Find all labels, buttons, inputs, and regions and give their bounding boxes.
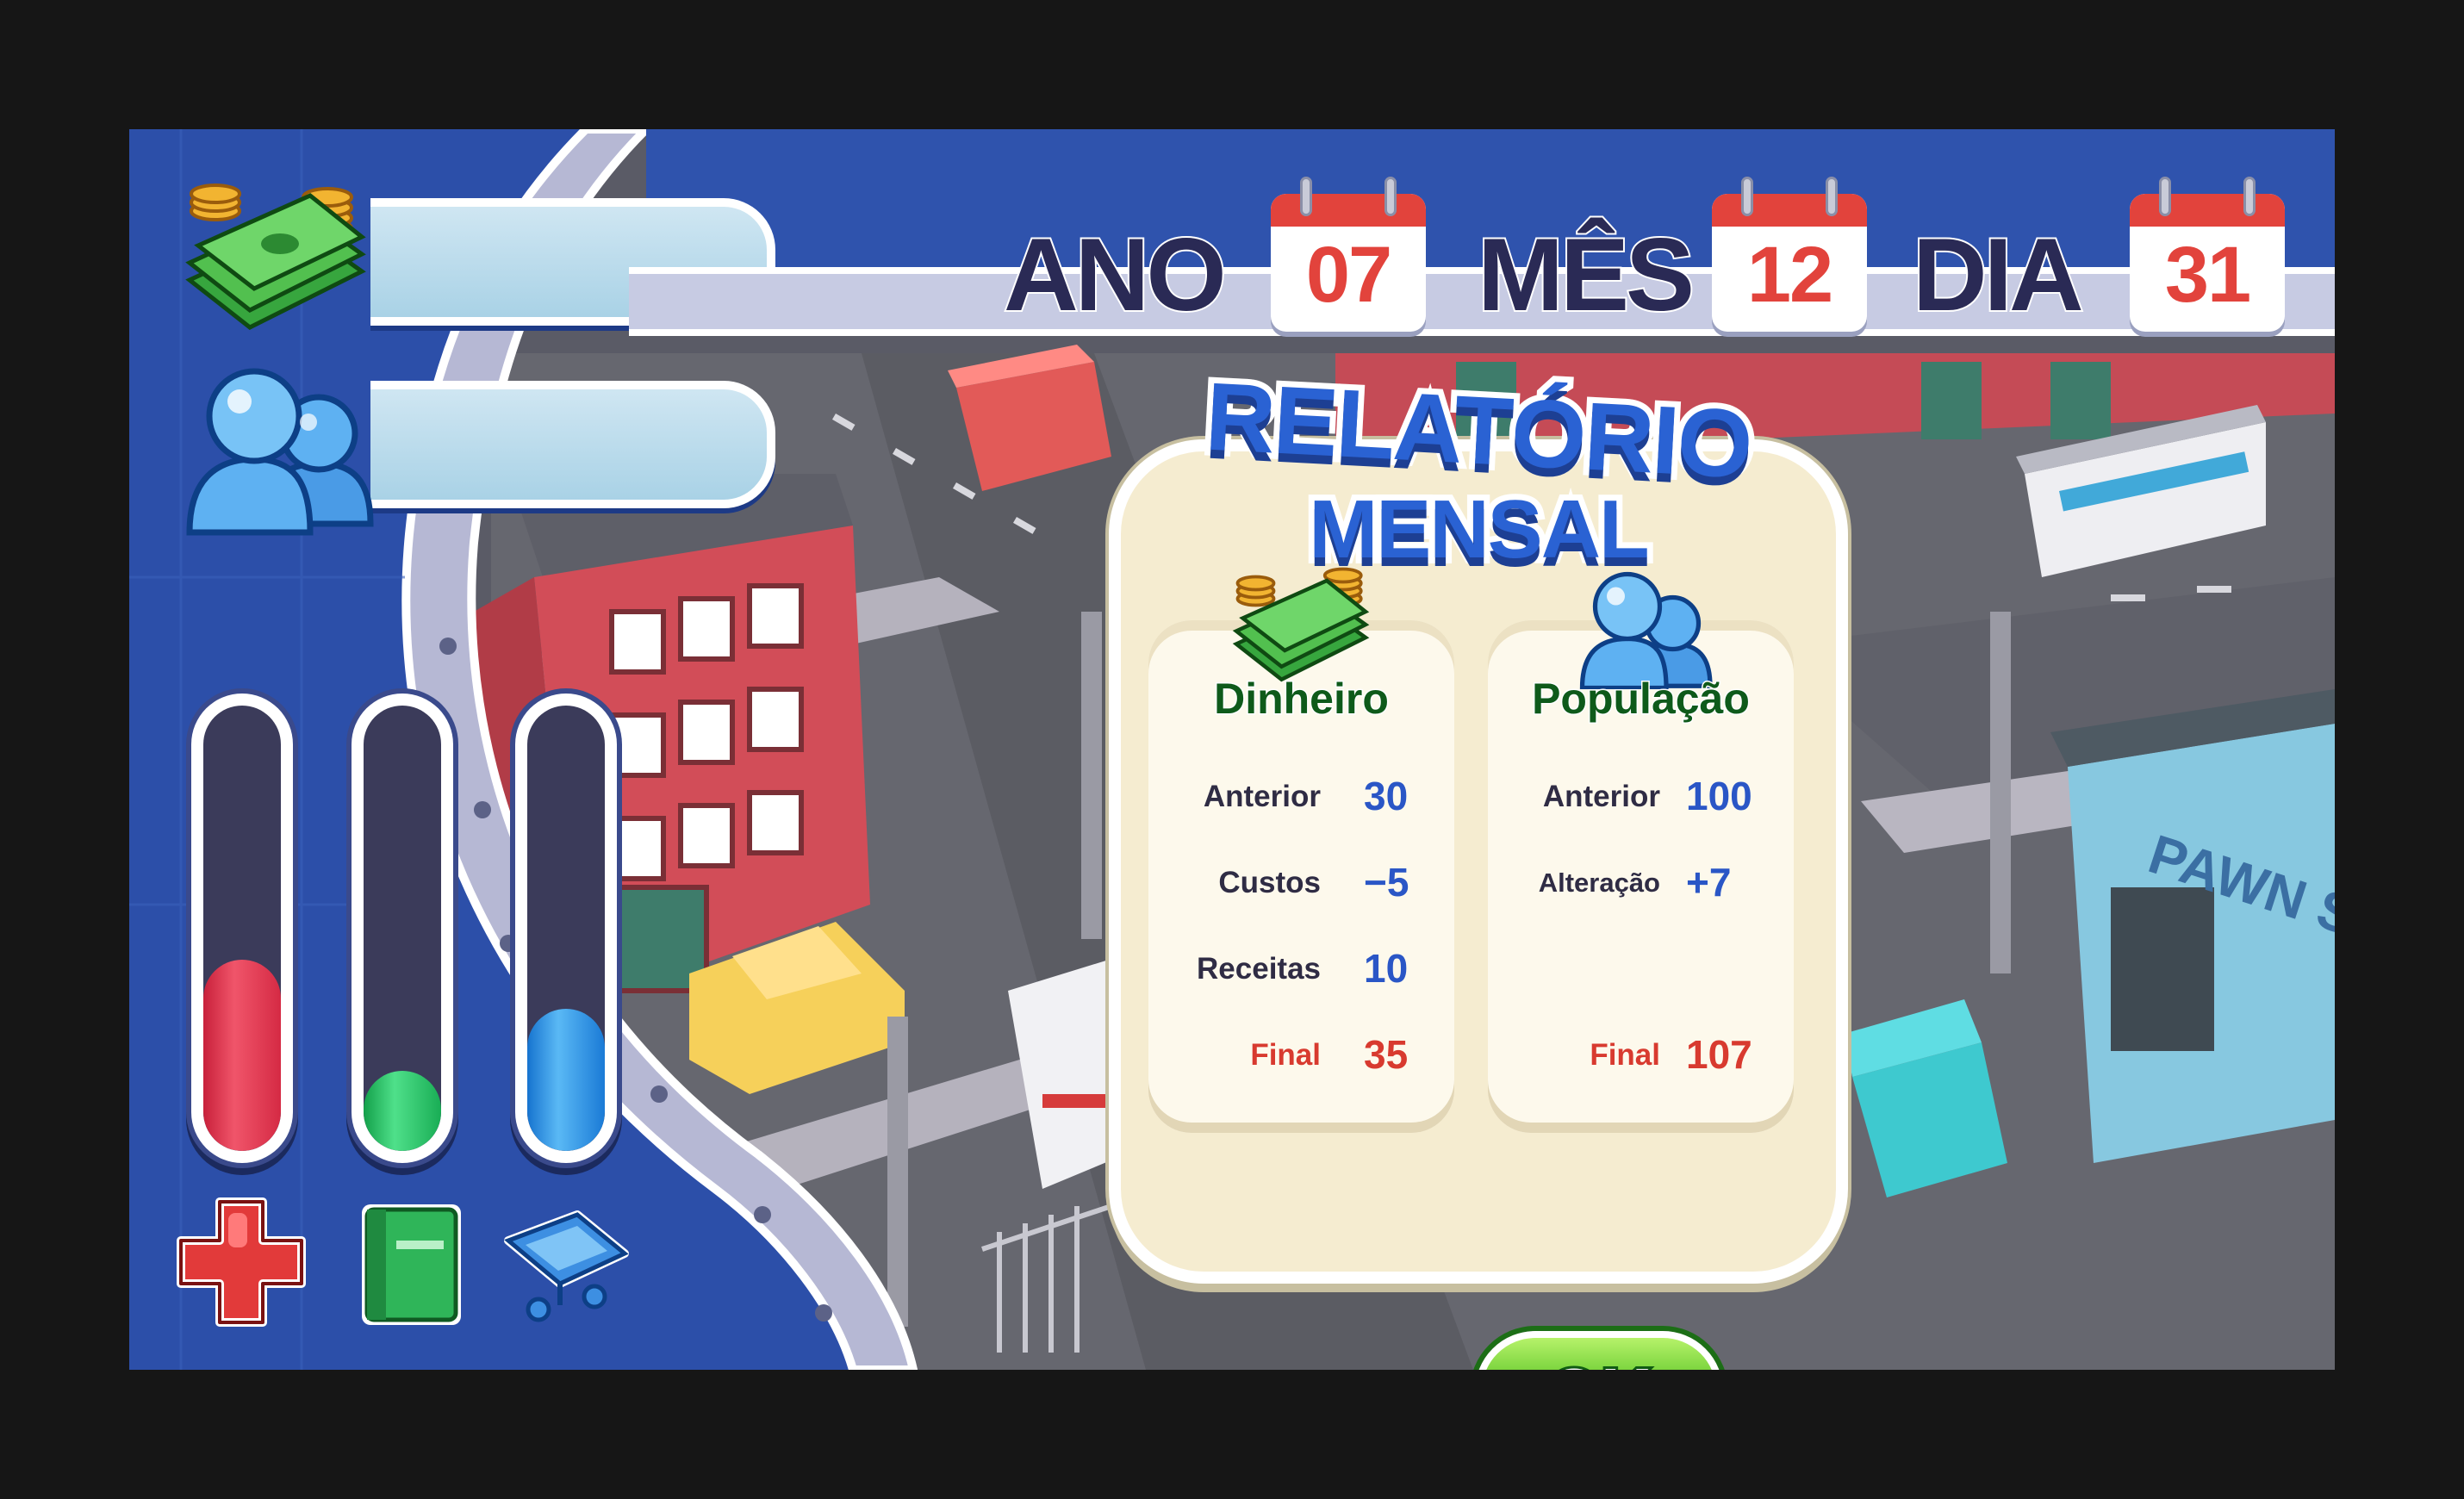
money-row-value: 10: [1364, 946, 1409, 991]
month-value: 12: [1746, 231, 1833, 319]
month-calendar: 12: [1712, 177, 1867, 332]
population-final-value: 107: [1686, 1032, 1752, 1077]
calendar-ring: [1741, 177, 1753, 216]
shopping-cart-icon[interactable]: [491, 1189, 638, 1335]
calendar-ring: [1826, 177, 1838, 216]
money-row-label: Custos: [1218, 866, 1321, 899]
people-icon: [1579, 571, 1713, 689]
calendar-header: [2130, 194, 2285, 227]
population-row-label: Anterior: [1542, 780, 1660, 813]
population-row-value: 100: [1686, 774, 1752, 818]
education-meter-track: [364, 706, 441, 1151]
health-meter: [191, 694, 293, 1163]
ok-button[interactable]: OK: [1475, 1331, 1723, 1370]
money-stack-icon: [185, 183, 366, 330]
calendar-ring: [2243, 177, 2256, 216]
population-report-card: População Anterior 100 Alteração +7 Fina…: [1488, 571, 1794, 1133]
day-calendar: 31: [2130, 177, 2285, 332]
money-stack-icon: [1232, 567, 1370, 682]
year-value: 07: [1305, 231, 1392, 319]
shopping-meter-track: [527, 706, 605, 1151]
money-final-label: Final: [1250, 1038, 1321, 1072]
calendar-header: [1712, 194, 1867, 227]
game-screen: PAWN S ANO 07 MÊS 12 DIA 31 RELATÓRIO ME…: [129, 129, 2335, 1370]
shopping-meter-fill: [527, 1008, 605, 1151]
population-bar: [370, 381, 775, 508]
population-final-label: Final: [1590, 1038, 1660, 1072]
money-row-value: 30: [1364, 774, 1409, 818]
red-cross-icon[interactable]: [168, 1189, 314, 1335]
population-column-title: População: [1531, 674, 1752, 725]
book-icon[interactable]: [336, 1189, 482, 1335]
day-value: 31: [2164, 231, 2251, 319]
year-calendar: 07: [1271, 177, 1426, 332]
calendar-ring: [1384, 177, 1397, 216]
money-row-label: Receitas: [1197, 952, 1321, 986]
education-meter: [352, 694, 453, 1163]
population-row-value: +7: [1686, 860, 1732, 905]
calendar-ring: [1300, 177, 1312, 216]
people-icon: [186, 368, 374, 536]
money-column-title: Dinheiro: [1213, 674, 1391, 725]
population-row-label: Alteração: [1538, 868, 1660, 898]
day-label: DIA: [1911, 215, 2086, 334]
shopping-meter: [515, 694, 617, 1163]
money-report-card: Dinheiro Anterior 30 Custos −5 Receitas …: [1148, 567, 1454, 1133]
ok-button-label: OK: [1482, 1352, 1716, 1370]
education-meter-fill: [364, 1070, 441, 1151]
health-meter-fill: [203, 959, 281, 1151]
health-meter-track: [203, 706, 281, 1151]
calendar-header: [1271, 194, 1426, 227]
calendar-ring: [2159, 177, 2171, 216]
money-row-value: −5: [1364, 860, 1409, 905]
month-label: MÊS: [1476, 215, 1696, 334]
money-final-value: 35: [1364, 1032, 1409, 1077]
monthly-report-dialog: RELATÓRIO MENSAL Dinheiro Anterior 30 Cu…: [1109, 357, 1848, 1370]
year-label: ANO: [1002, 215, 1229, 334]
money-row-label: Anterior: [1203, 780, 1321, 813]
